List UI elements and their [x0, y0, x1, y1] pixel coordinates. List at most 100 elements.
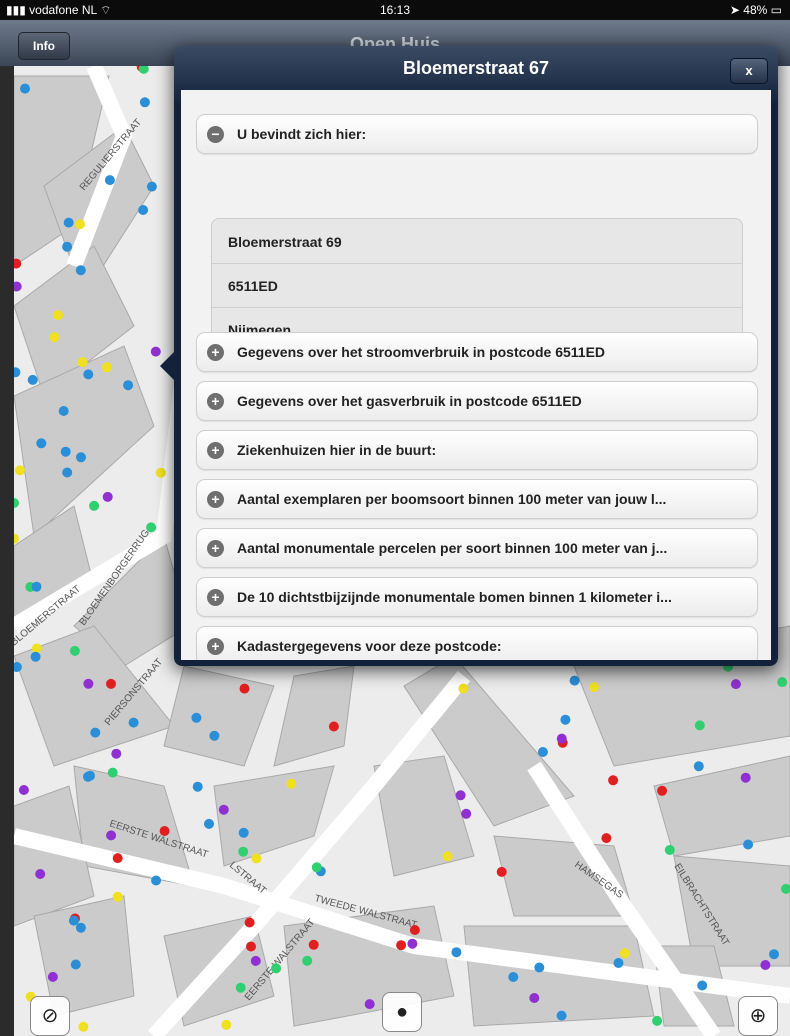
map-marker[interactable]: [409, 925, 420, 935]
map-marker[interactable]: [27, 374, 38, 385]
close-button[interactable]: x: [730, 58, 768, 84]
map-marker[interactable]: [697, 980, 708, 991]
popover-content[interactable]: − U bevindt zich hier: Bloemerstraat 69 …: [181, 90, 771, 660]
map-marker[interactable]: [89, 500, 100, 511]
map-marker[interactable]: [251, 853, 262, 864]
map-marker[interactable]: [139, 97, 150, 108]
section-cadastre[interactable]: + Kadastergegevens voor deze postcode:: [196, 626, 758, 660]
map-marker[interactable]: [239, 683, 250, 694]
map-marker[interactable]: [31, 643, 42, 654]
map-marker[interactable]: [657, 785, 668, 796]
map-marker[interactable]: [75, 219, 85, 230]
map-marker[interactable]: [83, 369, 94, 380]
map-marker[interactable]: [111, 748, 122, 759]
map-marker[interactable]: [589, 682, 599, 693]
map-marker[interactable]: [112, 891, 123, 902]
map-marker[interactable]: [90, 727, 101, 738]
map-marker[interactable]: [106, 678, 116, 689]
map-marker[interactable]: [192, 781, 203, 792]
map-marker[interactable]: [529, 993, 540, 1003]
map-marker[interactable]: [271, 963, 282, 974]
map-marker[interactable]: [209, 730, 220, 741]
map-marker[interactable]: [694, 720, 705, 731]
section-gas[interactable]: + Gegevens over het gasverbruik in postc…: [196, 381, 758, 421]
map-marker[interactable]: [36, 438, 47, 449]
map-marker[interactable]: [63, 217, 74, 228]
map-marker[interactable]: [191, 712, 202, 723]
map-marker[interactable]: [442, 851, 453, 862]
map-marker[interactable]: [128, 717, 139, 728]
map-marker[interactable]: [246, 941, 256, 952]
locate-button[interactable]: ⊕: [738, 996, 778, 1036]
map-marker[interactable]: [496, 866, 507, 877]
map-marker[interactable]: [78, 1021, 89, 1032]
map-marker[interactable]: [451, 947, 462, 958]
map-marker[interactable]: [60, 446, 71, 457]
map-marker[interactable]: [238, 827, 249, 838]
map-marker[interactable]: [62, 241, 73, 252]
map-marker[interactable]: [534, 962, 545, 973]
map-marker[interactable]: [328, 721, 339, 732]
map-marker[interactable]: [777, 677, 788, 688]
map-marker[interactable]: [62, 467, 73, 478]
map-marker[interactable]: [569, 675, 580, 686]
map-marker[interactable]: [75, 922, 86, 933]
map-marker[interactable]: [218, 804, 229, 815]
map-marker[interactable]: [613, 958, 624, 968]
map-marker[interactable]: [461, 808, 472, 819]
map-marker[interactable]: [146, 522, 157, 533]
map-marker[interactable]: [730, 679, 741, 690]
section-monumental-trees[interactable]: + De 10 dichtstbijzijnde monumentale bom…: [196, 577, 758, 617]
map-marker[interactable]: [35, 869, 46, 879]
map-marker[interactable]: [31, 581, 42, 592]
section-trees[interactable]: + Aantal exemplaren per boomsoort binnen…: [196, 479, 758, 519]
map-marker[interactable]: [308, 939, 319, 950]
map-marker[interactable]: [146, 181, 157, 192]
map-marker[interactable]: [85, 770, 95, 781]
section-monuments[interactable]: + Aantal monumentale percelen per soort …: [196, 528, 758, 568]
section-electricity[interactable]: + Gegevens over het stroomverbruik in po…: [196, 332, 758, 372]
map-marker[interactable]: [286, 778, 297, 789]
map-marker[interactable]: [30, 651, 41, 662]
map-marker[interactable]: [508, 972, 519, 982]
map-marker[interactable]: [769, 949, 779, 960]
map-marker[interactable]: [69, 645, 80, 656]
map-marker[interactable]: [68, 915, 79, 926]
map-marker[interactable]: [740, 772, 751, 783]
map-marker[interactable]: [75, 265, 86, 276]
map-marker[interactable]: [70, 959, 81, 970]
map-marker[interactable]: [235, 982, 246, 993]
map-marker[interactable]: [102, 362, 112, 373]
map-marker[interactable]: [155, 467, 166, 478]
map-marker[interactable]: [560, 714, 571, 725]
map-marker[interactable]: [250, 955, 261, 966]
map-marker[interactable]: [76, 452, 86, 463]
map-marker[interactable]: [693, 761, 704, 772]
section-hospitals[interactable]: + Ziekenhuizen hier in de buurt:: [196, 430, 758, 470]
map-marker[interactable]: [311, 862, 322, 873]
map-marker[interactable]: [396, 940, 407, 951]
map-marker[interactable]: [556, 733, 567, 744]
map-marker[interactable]: [49, 332, 60, 343]
map-marker[interactable]: [104, 175, 115, 186]
section-current-location[interactable]: − U bevindt zich hier:: [196, 114, 758, 154]
map-marker[interactable]: [102, 491, 113, 502]
map-marker[interactable]: [556, 1010, 567, 1021]
map-marker[interactable]: [652, 1015, 663, 1026]
map-marker[interactable]: [83, 678, 94, 689]
map-marker[interactable]: [537, 747, 548, 757]
lightbulb-button[interactable]: ●: [382, 992, 422, 1032]
map-marker[interactable]: [151, 875, 162, 886]
map-marker[interactable]: [20, 83, 30, 94]
map-marker[interactable]: [221, 1019, 232, 1030]
map-marker[interactable]: [760, 960, 771, 970]
map-marker[interactable]: [159, 826, 170, 836]
map-marker[interactable]: [619, 948, 630, 959]
map-marker[interactable]: [302, 955, 313, 966]
map-marker[interactable]: [407, 938, 418, 949]
map-marker[interactable]: [106, 830, 117, 841]
map-marker[interactable]: [123, 380, 134, 391]
map-marker[interactable]: [664, 845, 675, 855]
map-marker[interactable]: [58, 406, 69, 416]
map-marker[interactable]: [238, 846, 249, 857]
